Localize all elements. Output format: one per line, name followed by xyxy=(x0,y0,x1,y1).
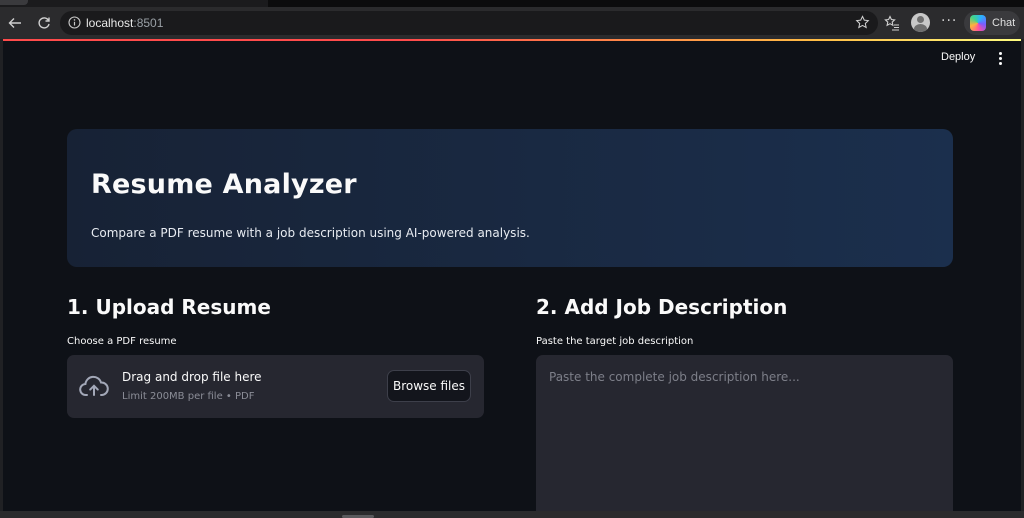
cloud-upload-icon xyxy=(79,375,109,396)
page-subtitle: Compare a PDF resume with a job descript… xyxy=(91,226,530,240)
back-button[interactable] xyxy=(4,12,26,34)
job-section-title: 2. Add Job Description xyxy=(536,295,788,319)
arrow-left-icon xyxy=(8,18,21,28)
app-status-stripe xyxy=(3,39,1021,41)
browser-tab[interactable] xyxy=(0,0,28,5)
main-menu-icon[interactable] xyxy=(999,52,1003,66)
tab-strip xyxy=(0,0,1024,7)
site-info-icon[interactable] xyxy=(68,16,81,29)
app-viewport: Deploy Resume Analyzer Compare a PDF res… xyxy=(3,39,1021,511)
url-text: localhost:8501 xyxy=(86,16,164,30)
browse-files-button[interactable]: Browse files xyxy=(387,370,471,402)
reload-icon xyxy=(38,17,50,29)
dropzone-limit-text: Limit 200MB per file • PDF xyxy=(122,391,255,402)
hero-banner: Resume Analyzer Compare a PDF resume wit… xyxy=(67,129,953,267)
chat-label: Chat xyxy=(992,17,1016,29)
browser-tab-active[interactable] xyxy=(268,0,1024,7)
copilot-icon xyxy=(970,15,986,31)
favorites-list-icon xyxy=(884,15,899,31)
dropzone-title: Drag and drop file here xyxy=(122,370,262,384)
reload-button[interactable] xyxy=(33,12,55,34)
favorite-star-icon[interactable] xyxy=(855,15,870,30)
file-dropzone[interactable]: Drag and drop file here Limit 200MB per … xyxy=(67,355,484,418)
job-description-textarea[interactable] xyxy=(536,355,953,511)
address-bar[interactable]: localhost:8501 xyxy=(60,11,878,35)
profile-avatar[interactable] xyxy=(911,13,930,32)
upload-section-title: 1. Upload Resume xyxy=(67,295,271,319)
window-bottom-bar xyxy=(0,511,1024,518)
more-options-icon[interactable]: ··· xyxy=(941,13,957,29)
favorites-button[interactable] xyxy=(881,12,903,34)
resume-field-label: Choose a PDF resume xyxy=(67,336,177,347)
deploy-button[interactable]: Deploy xyxy=(941,51,975,63)
copilot-chat-button[interactable]: Chat xyxy=(964,11,1020,35)
page-title: Resume Analyzer xyxy=(91,169,357,200)
browser-toolbar: localhost:8501 ··· Chat xyxy=(0,7,1024,39)
job-field-label: Paste the target job description xyxy=(536,336,694,347)
